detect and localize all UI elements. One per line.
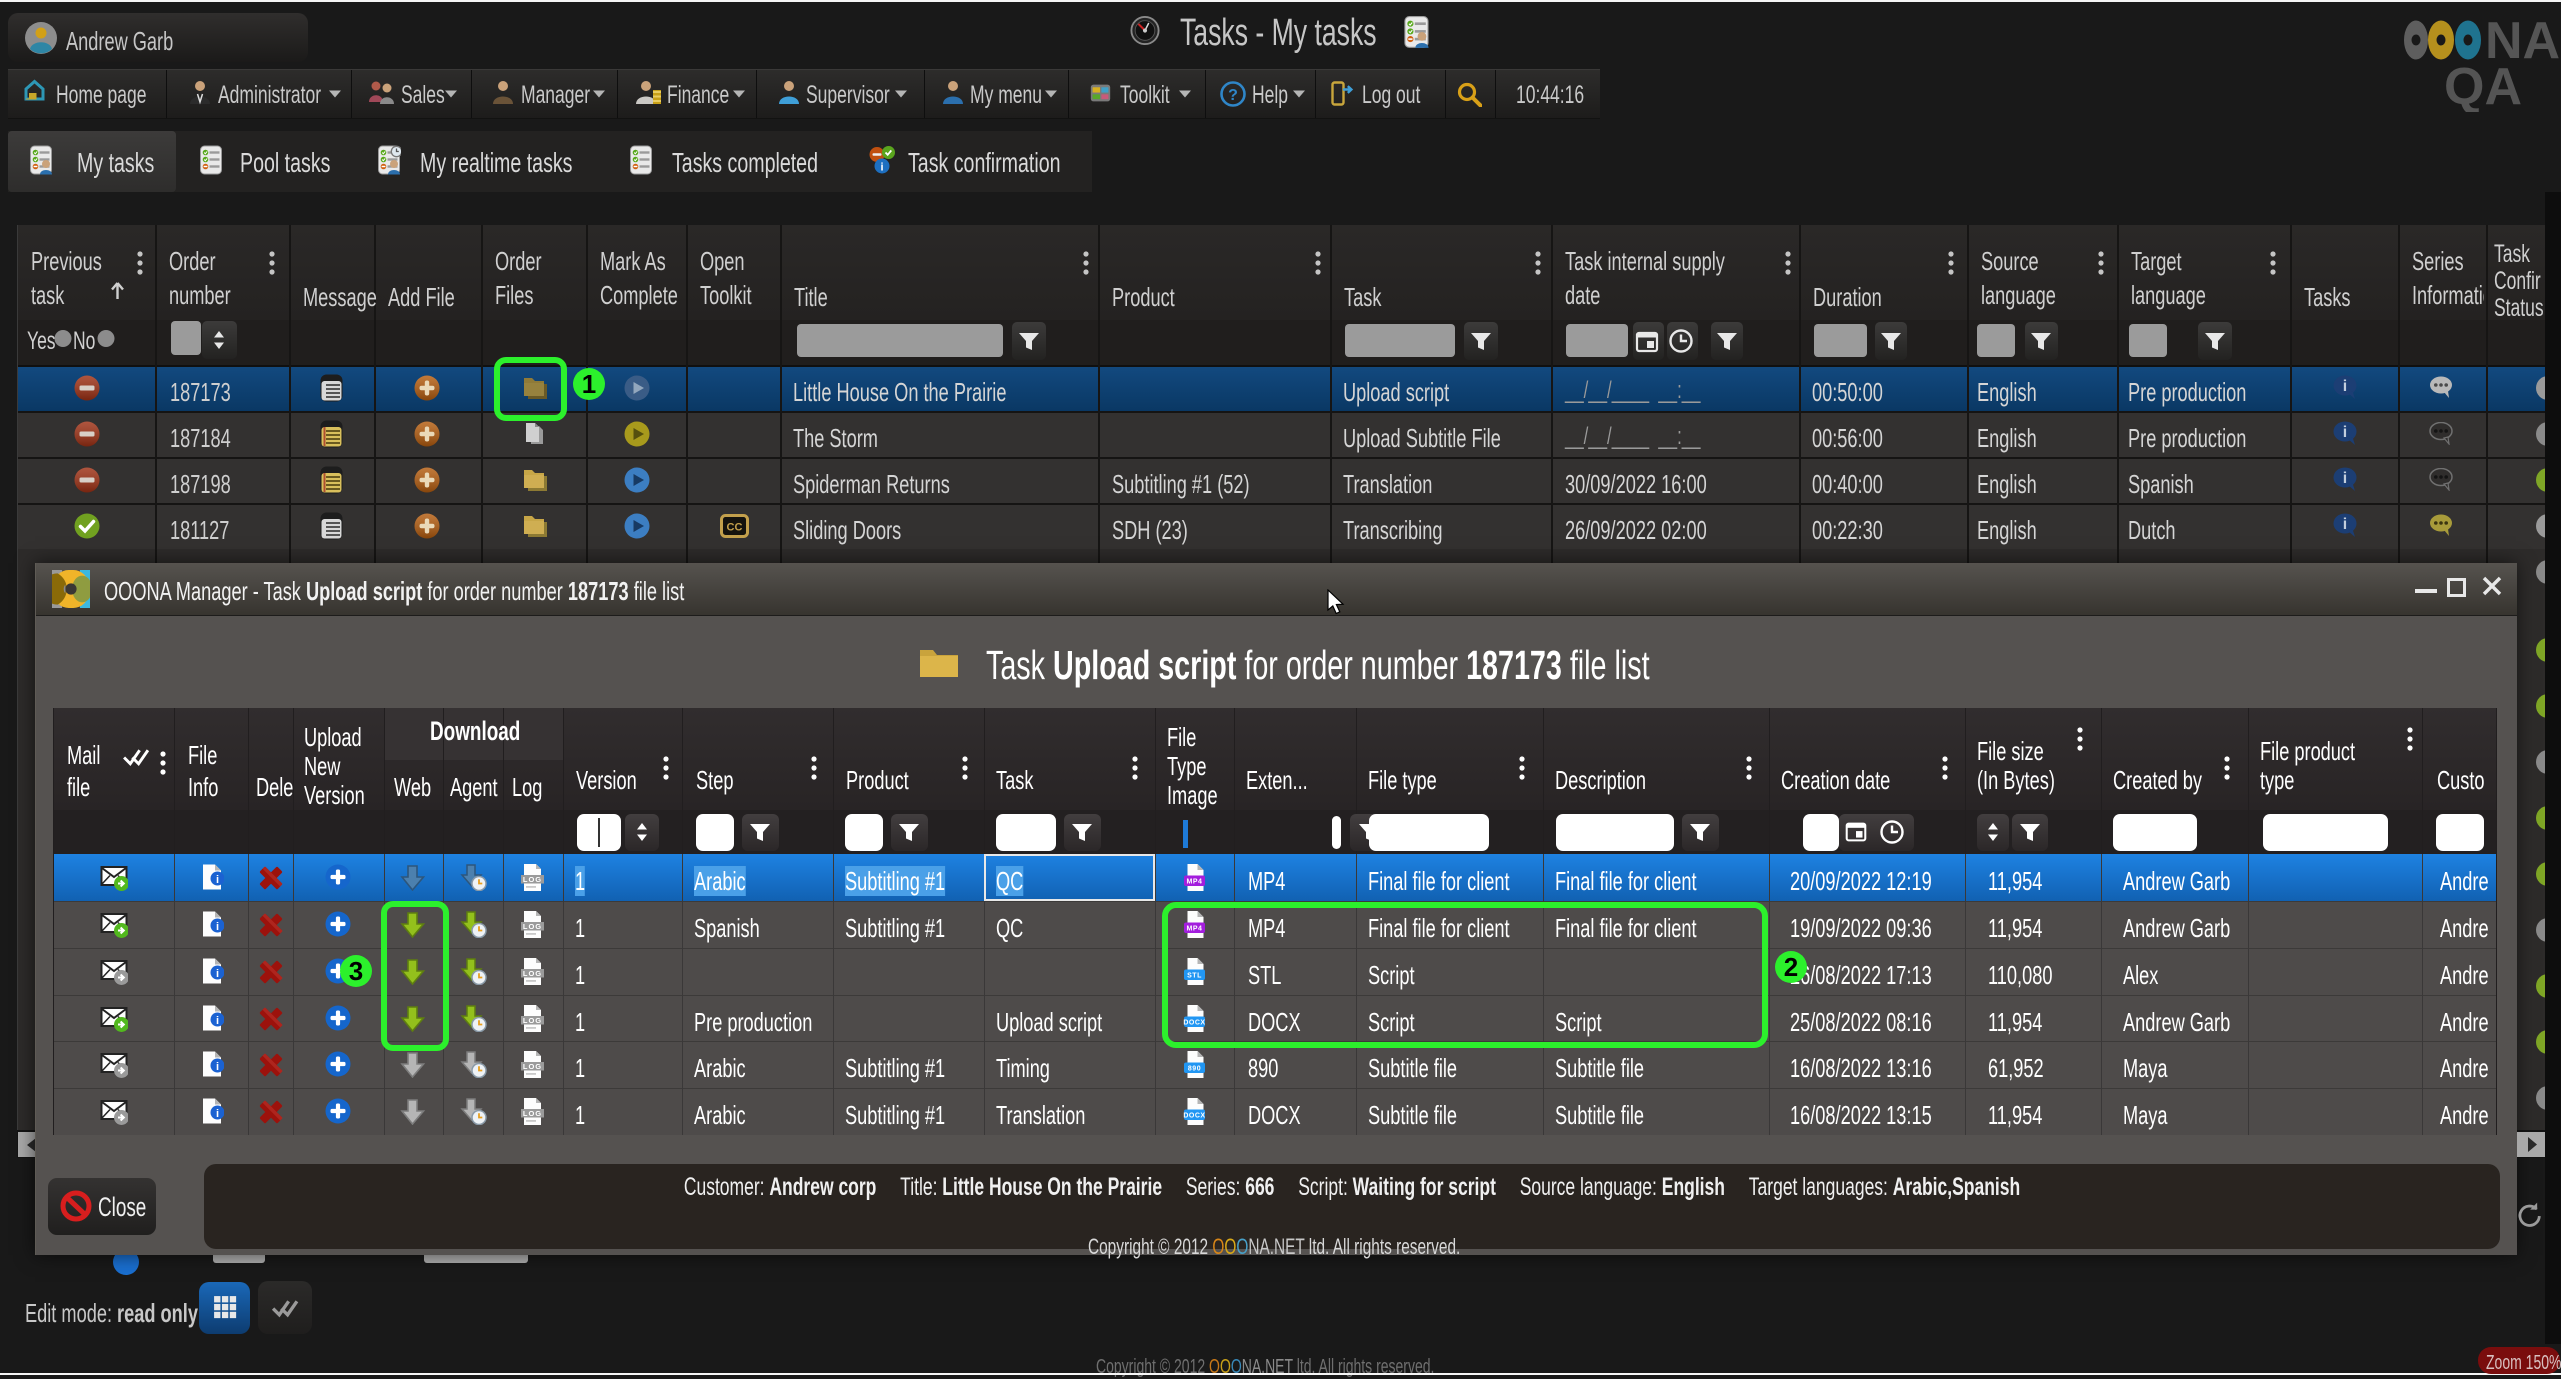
- svg-text:i: i: [216, 1108, 219, 1120]
- svg-text:CC: CC: [727, 522, 743, 534]
- svg-text:i: i: [216, 1015, 219, 1027]
- svg-text:LOG: LOG: [523, 875, 542, 884]
- svg-text:?: ?: [1228, 87, 1238, 104]
- svg-text:LOG: LOG: [523, 969, 542, 978]
- svg-text:DOCX: DOCX: [1183, 1113, 1205, 1120]
- svg-text:QA: QA: [2444, 58, 2522, 112]
- svg-text:MP4: MP4: [1187, 879, 1203, 886]
- svg-text:i: i: [216, 921, 219, 933]
- svg-text:i: i: [2343, 378, 2347, 395]
- svg-text:i: i: [2343, 470, 2347, 487]
- svg-text:i: i: [216, 968, 219, 980]
- svg-text:i: i: [2343, 516, 2347, 533]
- svg-text:LOG: LOG: [523, 1062, 542, 1071]
- svg-text:i: i: [2343, 424, 2347, 441]
- svg-text:i: i: [216, 874, 219, 886]
- svg-text:i: i: [216, 1061, 219, 1073]
- svg-text:i: i: [880, 162, 883, 174]
- svg-text:890: 890: [1188, 1066, 1201, 1073]
- svg-text:LOG: LOG: [523, 1016, 542, 1025]
- svg-text:LOG: LOG: [523, 922, 542, 931]
- svg-text:LOG: LOG: [523, 1109, 542, 1118]
